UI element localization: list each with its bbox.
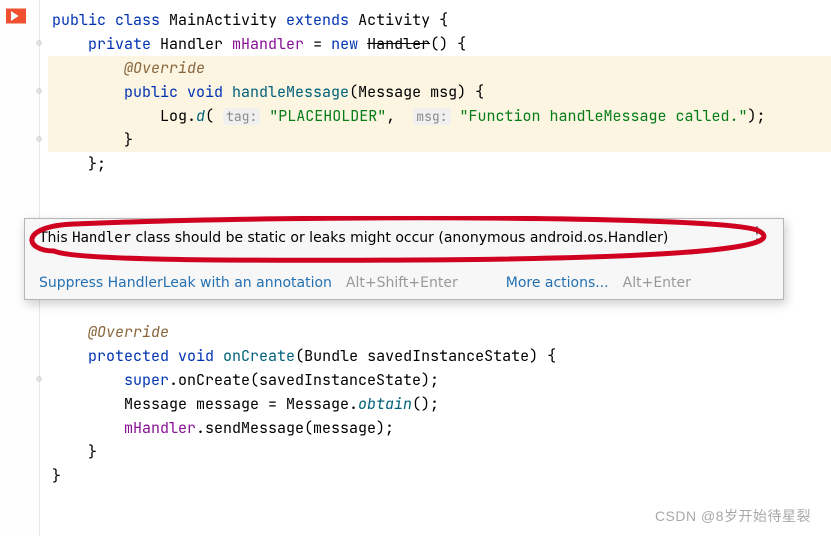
- code-line: };: [48, 152, 831, 176]
- code-line: private Handler mHandler = new Handler()…: [48, 32, 831, 56]
- code-line: Log.d( tag: "PLACEHOLDER", msg: "Functio…: [48, 104, 831, 128]
- code-line: mHandler.sendMessage(message);: [48, 416, 831, 440]
- inspection-message: This Handler class should be static or l…: [39, 229, 668, 249]
- more-actions[interactable]: More actions...: [506, 275, 609, 291]
- watermark: CSDN @8岁开始待星裂: [655, 506, 811, 526]
- more-options-icon[interactable]: ⋮: [744, 229, 769, 239]
- suppress-action[interactable]: Suppress HandlerLeak with an annotation: [39, 275, 332, 291]
- code-line: super.onCreate(savedInstanceState);: [48, 368, 831, 392]
- code-line: }: [48, 128, 831, 152]
- code-line: [48, 176, 831, 200]
- code-line: @Override: [48, 56, 831, 80]
- code-line: public void handleMessage(Message msg) {: [48, 80, 831, 104]
- shortcut-hint: Alt+Enter: [623, 275, 691, 291]
- code-line: }: [48, 440, 831, 464]
- inspection-tooltip: This Handler class should be static or l…: [24, 218, 784, 300]
- tooltip-actions: Suppress HandlerLeak with an annotation …: [25, 267, 783, 299]
- code-line: @Override: [48, 320, 831, 344]
- code-line: protected void onCreate(Bundle savedInst…: [48, 344, 831, 368]
- code-line: }: [48, 464, 831, 488]
- code-line: Message message = Message.obtain();: [48, 392, 831, 416]
- code-line: [48, 296, 831, 320]
- shortcut-hint: Alt+Shift+Enter: [346, 275, 458, 291]
- code-line: public class MainActivity extends Activi…: [48, 8, 831, 32]
